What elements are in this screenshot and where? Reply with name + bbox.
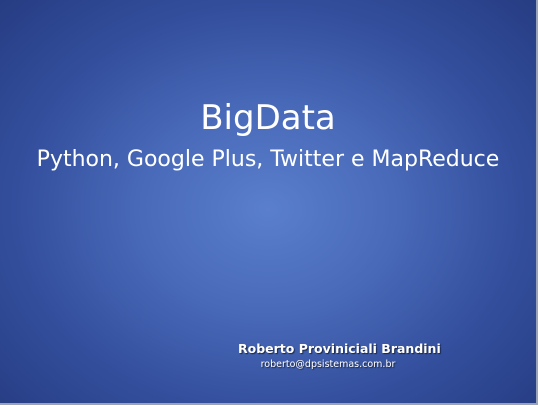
author-name: Roberto Proviniciali Brandini — [238, 341, 441, 356]
slide-subtitle: Python, Google Plus, Twitter e MapReduce — [36, 147, 500, 172]
presentation-slide: BigData Python, Google Plus, Twitter e M… — [0, 0, 538, 405]
slide-title: BigData — [200, 98, 336, 138]
author-email: roberto@dpsistemas.com.br — [260, 359, 396, 370]
